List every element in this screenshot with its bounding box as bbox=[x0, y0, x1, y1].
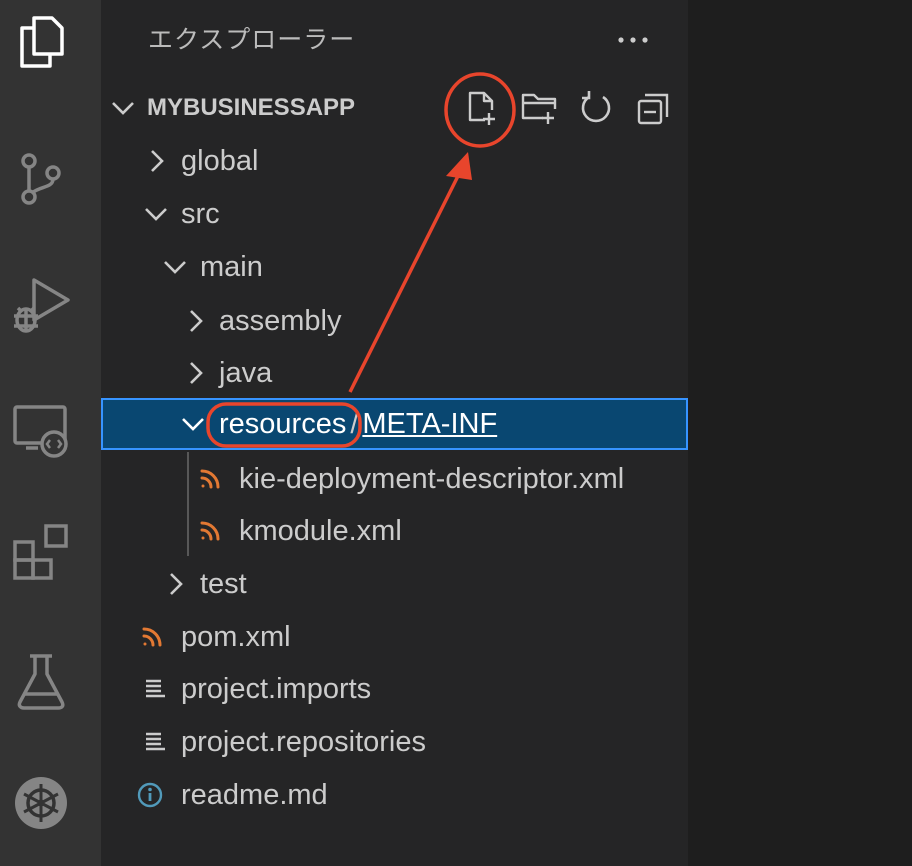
tree-item-label: src bbox=[181, 198, 220, 230]
tree-item-label: kie-deployment-descriptor.xml bbox=[239, 463, 625, 495]
tree-item-kmodule[interactable]: kmodule.xml bbox=[101, 505, 688, 557]
chevron-down-icon bbox=[142, 200, 170, 228]
chevron-down-icon bbox=[161, 253, 189, 281]
section-title: MYBUSINESSAPP bbox=[147, 94, 356, 121]
tree-item-kie-deployment-descriptor[interactable]: kie-deployment-descriptor.xml bbox=[101, 453, 688, 505]
kubernetes-icon[interactable] bbox=[10, 772, 72, 834]
tree-item-label: pom.xml bbox=[181, 621, 291, 653]
chevron-right-icon bbox=[142, 147, 170, 175]
editor-area bbox=[688, 0, 912, 866]
tree-item-project-repositories[interactable]: project.repositories bbox=[101, 716, 688, 768]
remote-explorer-icon[interactable] bbox=[10, 400, 72, 462]
section-header-mybusinessapp[interactable]: MYBUSINESSAPP bbox=[101, 84, 688, 132]
compact-separator: / bbox=[350, 408, 359, 440]
compact-part-meta-inf[interactable]: META-INF bbox=[362, 408, 497, 440]
tree-item-java[interactable]: java bbox=[101, 347, 688, 399]
info-icon bbox=[137, 782, 163, 808]
run-debug-icon[interactable] bbox=[10, 274, 72, 336]
tree-item-label: java bbox=[219, 357, 273, 389]
tree-item-assembly[interactable]: assembly bbox=[101, 295, 688, 347]
explorer-sidebar: エクスプローラー MYBUSINESSAPP global src main a… bbox=[101, 0, 688, 866]
compact-part-resources[interactable]: resources bbox=[219, 408, 346, 440]
chevron-down-icon bbox=[109, 94, 137, 122]
tree-item-label: global bbox=[181, 145, 259, 177]
collapse-all-icon[interactable] bbox=[633, 88, 673, 128]
tree-item-main[interactable]: main bbox=[101, 241, 688, 293]
tree-item-readme[interactable]: readme.md bbox=[101, 769, 688, 821]
activity-bar bbox=[0, 0, 101, 866]
tree-item-label: readme.md bbox=[181, 779, 328, 811]
tree-item-global[interactable]: global bbox=[101, 135, 688, 187]
source-control-icon[interactable] bbox=[10, 148, 72, 210]
chevron-down-icon bbox=[179, 410, 207, 438]
tree-item-label: kmodule.xml bbox=[239, 515, 402, 547]
testing-icon[interactable] bbox=[10, 650, 72, 712]
chevron-right-icon bbox=[161, 570, 189, 598]
refresh-icon[interactable] bbox=[576, 88, 616, 128]
ellipsis-icon[interactable] bbox=[613, 26, 653, 54]
extensions-icon[interactable] bbox=[10, 522, 72, 584]
tree-item-test[interactable]: test bbox=[101, 558, 688, 610]
lines-icon bbox=[143, 676, 169, 702]
lines-icon bbox=[143, 729, 169, 755]
tree-item-label: project.imports bbox=[181, 673, 372, 705]
tree-item-label: test bbox=[200, 568, 247, 600]
tree-item-pom[interactable]: pom.xml bbox=[101, 611, 688, 663]
rss-icon bbox=[197, 518, 223, 544]
new-file-icon[interactable] bbox=[461, 88, 501, 128]
sidebar-title: エクスプローラー bbox=[148, 26, 356, 54]
tree-item-label: main bbox=[200, 251, 263, 283]
chevron-right-icon bbox=[181, 307, 209, 335]
tree-item-label: project.repositories bbox=[181, 726, 426, 758]
rss-icon bbox=[197, 466, 223, 492]
tree-item-label: assembly bbox=[219, 305, 342, 337]
tree-item-project-imports[interactable]: project.imports bbox=[101, 663, 688, 715]
compact-folder-label: resources / META-INF bbox=[219, 406, 497, 442]
tree-item-resources-meta-inf[interactable]: resources / META-INF bbox=[101, 398, 688, 450]
tree-item-src[interactable]: src bbox=[101, 188, 688, 240]
new-folder-icon[interactable] bbox=[519, 88, 559, 128]
chevron-right-icon bbox=[181, 359, 209, 387]
files-icon[interactable] bbox=[10, 10, 72, 72]
rss-icon bbox=[139, 624, 165, 650]
